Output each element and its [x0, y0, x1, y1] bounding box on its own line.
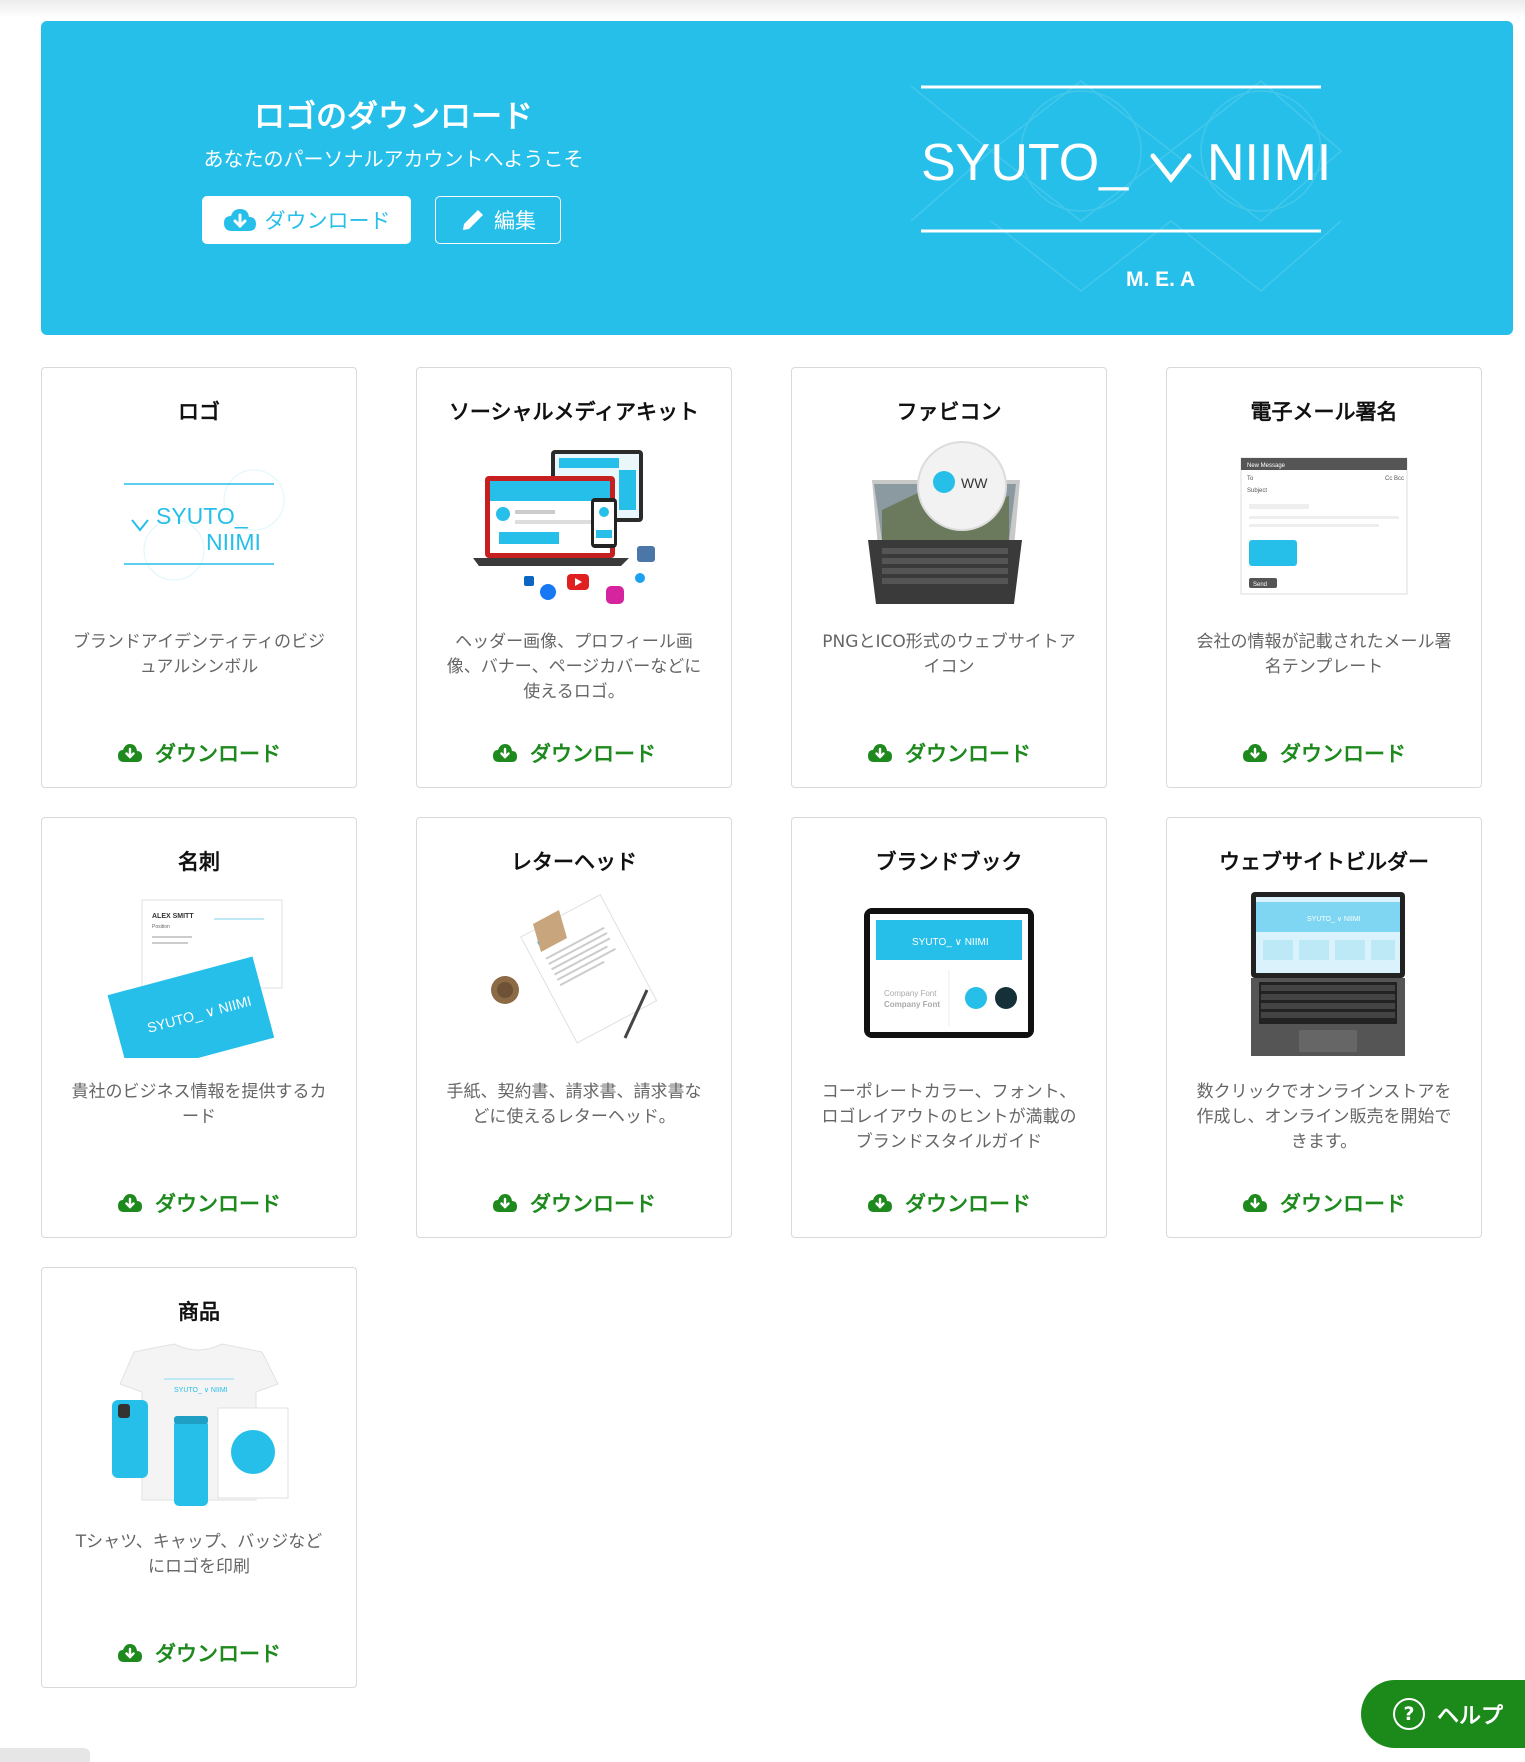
pencil-icon	[463, 210, 483, 230]
cloud-download-icon	[868, 744, 892, 762]
card-description: ブランドアイデンティティのビジュアルシンボル	[72, 632, 326, 677]
download-button[interactable]: ダウンロード	[1167, 738, 1481, 768]
asset-card-social-media-kit: ソーシャルメディアキット ヘッダー画像、プロフィール画像、バナー、ページカバーな…	[416, 367, 732, 788]
card-title: ファビコン	[896, 400, 1002, 424]
svg-text:SYUTO_: SYUTO_	[156, 503, 249, 529]
logo-preview-large: SYUTO_ NIIMI M. E. A	[910, 80, 1343, 292]
help-label: ヘルプ	[1437, 1704, 1504, 1729]
hero-banner: ロゴのダウンロード あなたのパーソナルアカウントへようこそ ダウンロード 編集 …	[41, 21, 1513, 335]
edit-button[interactable]: 編集	[435, 196, 561, 244]
brandbook-preview-image: SYUTO_ ∨ NIIMI Company Font Company Font	[864, 908, 1034, 1038]
logo-tagline: M. E. A	[1126, 268, 1195, 291]
card-title: ソーシャルメディアキット	[448, 400, 700, 424]
card-description: Tシャツ、キャップ、バッジなどにロゴを印刷	[75, 1532, 323, 1577]
asset-card-logo: ロゴ SYUTO_ NIIMI ブランドアイデンティティのビジュアルシンボル ダ…	[41, 367, 357, 788]
card-title: レターヘッド	[511, 850, 637, 874]
help-button[interactable]: ? ヘルプ	[1361, 1680, 1525, 1748]
card-title: ロゴ	[178, 400, 220, 424]
svg-text:NIIMI: NIIMI	[206, 529, 261, 555]
svg-text:Send: Send	[1253, 582, 1267, 588]
page-title: ロゴのダウンロード	[254, 99, 533, 135]
svg-text:ALEX SMITT: ALEX SMITT	[152, 913, 194, 920]
laptop-preview-image: SYUTO_ ∨ NIIMI	[1251, 892, 1405, 1056]
svg-text:Company Font: Company Font	[884, 989, 937, 998]
svg-text:New Message: New Message	[1247, 463, 1286, 469]
cloud-download-icon	[118, 1194, 142, 1212]
cloud-download-icon	[1243, 1194, 1267, 1212]
logo-name-right: NIIMI	[1207, 134, 1331, 192]
card-title: 商品	[178, 1300, 220, 1324]
svg-text:WW: WW	[961, 475, 988, 491]
download-button[interactable]: ダウンロード	[42, 738, 356, 768]
card-title: ブランドブック	[875, 850, 1023, 874]
asset-card-favicon: ファビコン WW PNGとICO形式のウェブサイトアイコン ダウンロード	[791, 367, 1107, 788]
card-description: 会社の情報が記載されたメール署名テンプレート	[1196, 632, 1452, 677]
cloud-download-icon	[493, 1194, 517, 1212]
download-button[interactable]: ダウンロード	[42, 1638, 356, 1668]
card-title: 名刺	[178, 850, 220, 874]
card-description: 貴社のビジネス情報を提供するカード	[71, 1082, 327, 1127]
card-description: 数クリックでオンラインストアを作成し、オンライン販売を開始できます。	[1196, 1082, 1452, 1152]
download-button[interactable]: ダウンロード	[42, 1188, 356, 1218]
status-tab	[0, 1748, 90, 1762]
card-description: ヘッダー画像、プロフィール画像、バナー、ページカバーなどに使えるロゴ。	[446, 632, 702, 702]
asset-card-brand-book: ブランドブック SYUTO_ ∨ NIIMI Company Font Comp…	[791, 817, 1107, 1238]
asset-card-website-builder: ウェブサイトビルダー SYUTO_ ∨ NIIMI 数クリックでオンラインストア…	[1166, 817, 1482, 1238]
card-title: ウェブサイトビルダー	[1219, 850, 1429, 874]
svg-text:Company Font: Company Font	[884, 1000, 940, 1009]
tablet-favicon-preview-image: WW	[868, 441, 1022, 604]
hero-download-label: ダウンロード	[264, 209, 391, 233]
cloud-download-icon	[223, 209, 256, 231]
asset-card-business-card: 名刺 ALEX SMITT Position SYUTO_ ∨ NIIMI 貴社…	[41, 817, 357, 1238]
cloud-download-icon	[493, 744, 517, 762]
svg-text:Subject: Subject	[1247, 488, 1267, 494]
svg-text:Position: Position	[152, 924, 170, 930]
asset-card-letterhead: レターヘッド 手紙、契約書、請求書、請求書などに使えるレターヘッド。 ダウンロー…	[416, 817, 732, 1238]
logo-name-left: SYUTO_	[921, 134, 1129, 192]
download-button[interactable]: ダウンロード	[417, 738, 731, 768]
cloud-download-icon	[118, 744, 142, 762]
hero-download-button[interactable]: ダウンロード	[202, 196, 411, 244]
cloud-download-icon	[118, 1644, 142, 1662]
svg-text:Cc Bcc: Cc Bcc	[1385, 476, 1404, 482]
cloud-download-icon	[1243, 744, 1267, 762]
svg-text:SYUTO_ ∨ NIIMI: SYUTO_ ∨ NIIMI	[912, 937, 989, 948]
card-title: 電子メール署名	[1250, 400, 1398, 424]
svg-text:To: To	[1247, 476, 1254, 482]
question-icon: ?	[1393, 1698, 1425, 1730]
card-description: 手紙、契約書、請求書、請求書などに使えるレターヘッド。	[446, 1082, 702, 1127]
card-description: コーポレートカラー、フォント、ロゴレイアウトのヒントが満載のブランドスタイルガイ…	[821, 1082, 1077, 1152]
devices-social-preview-image	[473, 450, 655, 604]
letterhead-preview-image	[491, 894, 658, 1044]
browser-top-shade	[0, 0, 1525, 18]
logo-preview-image: SYUTO_ NIIMI	[124, 469, 285, 581]
svg-text:SYUTO_ ∨ NIIMI: SYUTO_ ∨ NIIMI	[174, 1387, 228, 1394]
merch-preview-image: SYUTO_ ∨ NIIMI	[112, 1343, 289, 1506]
download-button[interactable]: ダウンロード	[1167, 1188, 1481, 1218]
hero-text-area: ロゴのダウンロード あなたのパーソナルアカウントへようこそ ダウンロード 編集	[41, 21, 746, 335]
download-button[interactable]: ダウンロード	[792, 1188, 1106, 1218]
asset-card-email-signature: 電子メール署名 New Message To Cc Bcc Subject Se…	[1166, 367, 1482, 788]
email-preview-image: New Message To Cc Bcc Subject Send	[1240, 457, 1408, 595]
card-description: PNGとICO形式のウェブサイトアイコン	[822, 632, 1076, 677]
download-button[interactable]: ダウンロード	[792, 738, 1106, 768]
asset-card-merchandise: 商品 SYUTO_ ∨ NIIMI Tシャツ、キャップ、バッジなどにロゴを印刷 …	[41, 1267, 357, 1688]
business-card-preview-image: ALEX SMITT Position SYUTO_ ∨ NIIMI	[107, 899, 283, 1058]
download-button[interactable]: ダウンロード	[417, 1188, 731, 1218]
edit-label: 編集	[494, 209, 536, 233]
welcome-subtitle: あなたのパーソナルアカウントへようこそ	[203, 147, 584, 171]
cloud-download-icon	[868, 1194, 892, 1212]
svg-text:SYUTO_ ∨ NIIMI: SYUTO_ ∨ NIIMI	[1307, 916, 1361, 923]
